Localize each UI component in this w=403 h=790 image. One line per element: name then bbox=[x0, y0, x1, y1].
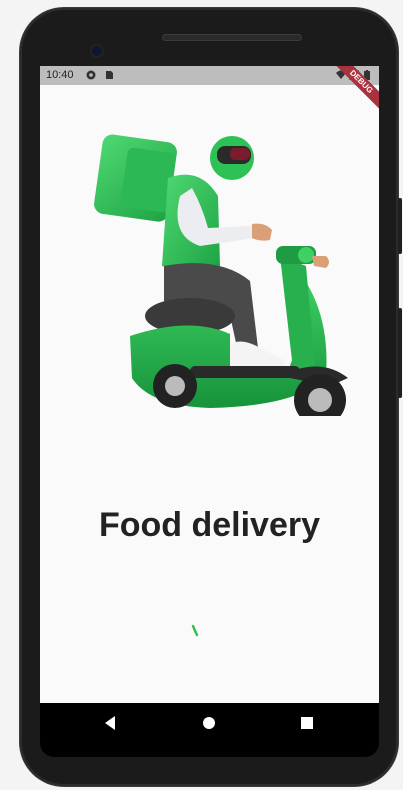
recents-icon[interactable] bbox=[297, 713, 317, 733]
status-bar: 10:40 bbox=[40, 66, 379, 85]
app-screen: 10:40 DEBUG Food delivery bbox=[40, 66, 379, 703]
earpiece-speaker bbox=[162, 34, 302, 41]
sd-card-icon bbox=[106, 71, 113, 79]
power-button bbox=[398, 198, 402, 254]
phone-chin bbox=[40, 743, 379, 757]
status-time: 10:40 bbox=[46, 69, 74, 81]
settings-icon bbox=[86, 70, 96, 80]
home-icon[interactable] bbox=[199, 713, 219, 733]
back-icon[interactable] bbox=[101, 713, 121, 733]
delivery-scooter-illustration bbox=[94, 134, 348, 416]
volume-button bbox=[398, 308, 402, 398]
front-camera-icon bbox=[92, 46, 102, 56]
app-title: Food delivery bbox=[98, 506, 321, 544]
loading-spinner-icon bbox=[191, 624, 199, 637]
navigation-bar bbox=[40, 703, 379, 743]
